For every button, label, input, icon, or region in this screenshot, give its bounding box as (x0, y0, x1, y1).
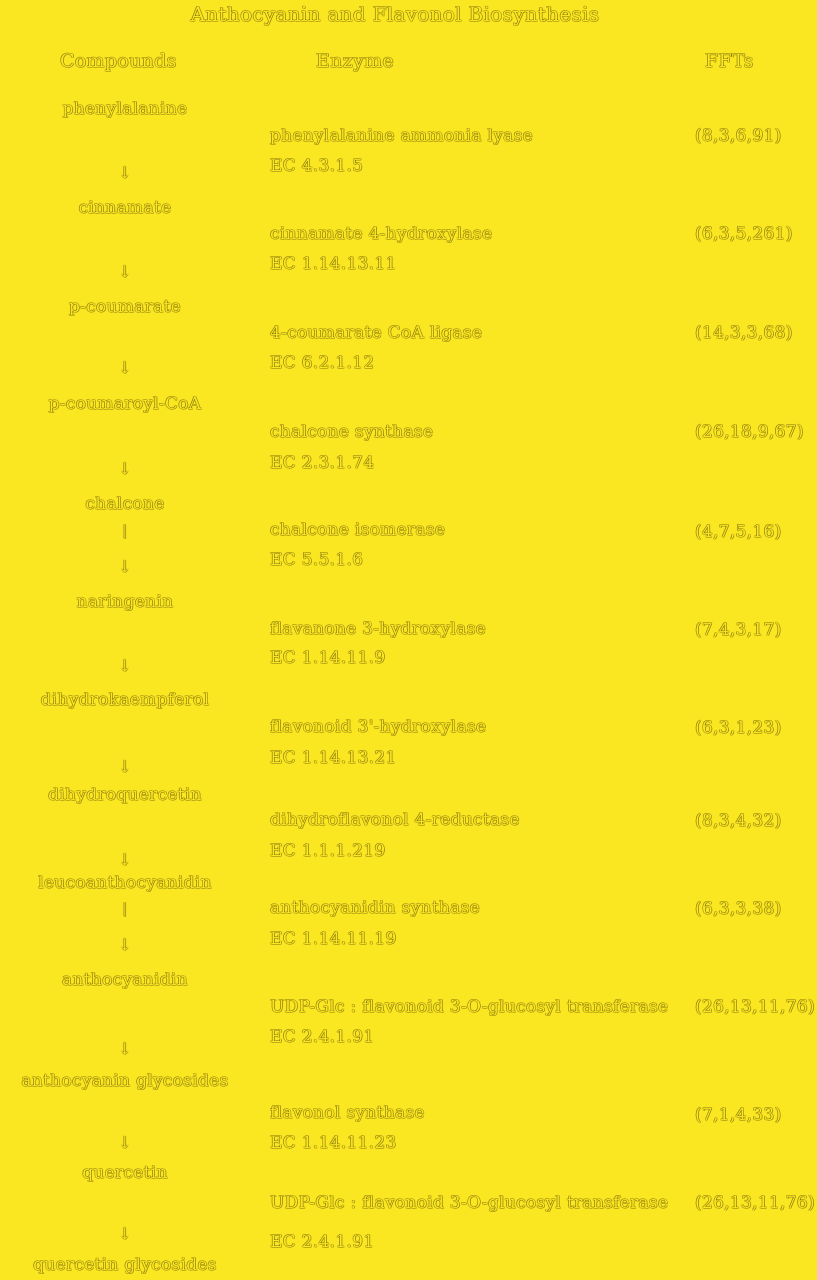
compound-quercetin-glycosides: quercetin glycosides (33, 1255, 217, 1275)
enzyme-refs: (8,3,6,91) (695, 126, 782, 146)
arrow-3: ↓ (118, 358, 132, 377)
enzyme-name: chalcone synthase (270, 422, 434, 442)
arrow-4: ↓ (118, 459, 132, 478)
compound-phenylalanine: phenylalanine (62, 99, 188, 119)
enzyme-name: cinnamate 4-hydroxylase (270, 224, 493, 244)
tick-5: | (122, 523, 128, 539)
enzyme-ec: EC 2.4.1.91 (270, 1027, 375, 1047)
compound-cinnamate: cinnamate (78, 198, 172, 218)
compound-leucoanthocyanidin: leucoanthocyanidin (38, 873, 212, 893)
arrow-9: ↓ (118, 935, 132, 954)
page-title: Anthocyanin and Flavonol Biosynthesis (190, 2, 600, 26)
enzyme-name: UDP-Glc : flavonoid 3-O-glucosyl transfe… (270, 1193, 669, 1213)
arrow-10: ↓ (118, 1039, 132, 1058)
enzyme-name: phenylalanine ammonia lyase (270, 126, 533, 146)
enzyme-ec: EC 1.14.11.19 (270, 929, 397, 949)
header-refs: FFTs (705, 50, 754, 72)
enzyme-refs: (26,18,9,67) (695, 422, 804, 442)
enzyme-ec: EC 1.14.11.9 (270, 648, 386, 668)
arrow-12: ↓ (118, 1224, 132, 1243)
enzyme-name: anthocyanidin synthase (270, 898, 480, 918)
enzyme-refs: (6,3,5,261) (695, 224, 793, 244)
enzyme-name: flavonol synthase (270, 1103, 425, 1123)
enzyme-refs: (4,7,5,16) (695, 522, 782, 542)
enzyme-name: flavonoid 3'-hydroxylase (270, 717, 487, 737)
enzyme-refs: (26,13,11,76) (695, 1193, 815, 1213)
enzyme-name: flavanone 3-hydroxylase (270, 619, 487, 639)
enzyme-refs: (7,4,3,17) (695, 620, 782, 640)
enzyme-ec: EC 5.5.1.6 (270, 550, 364, 570)
enzyme-ec: EC 4.3.1.5 (270, 156, 364, 176)
enzyme-refs: (6,3,3,38) (695, 899, 782, 919)
compound-anthocyanin-glycosides: anthocyanin glycosides (21, 1071, 229, 1091)
compound-p-coumarate: p-coumarate (68, 297, 182, 317)
enzyme-ec: EC 2.4.1.91 (270, 1232, 375, 1252)
compound-dihydroquercetin: dihydroquercetin (48, 785, 202, 805)
enzyme-ec: EC 2.3.1.74 (270, 453, 375, 473)
enzyme-ec: EC 1.14.13.11 (270, 254, 397, 274)
compound-anthocyanidin: anthocyanidin (62, 970, 188, 990)
compound-dihydrokaempferol: dihydrokaempferol (40, 690, 210, 710)
enzyme-refs: (6,3,1,23) (695, 718, 782, 738)
arrow-5: ↓ (118, 557, 132, 576)
enzyme-refs: (26,13,11,76) (695, 997, 815, 1017)
compound-chalcone: chalcone (85, 494, 165, 514)
arrow-11: ↓ (118, 1133, 132, 1152)
enzyme-ec: EC 1.14.13.21 (270, 748, 397, 768)
arrow-8: ↓ (118, 850, 132, 869)
header-compounds: Compounds (60, 50, 177, 72)
enzyme-name: dihydroflavonol 4-reductase (270, 810, 520, 830)
enzyme-refs: (7,1,4,33) (695, 1105, 782, 1125)
enzyme-refs: (14,3,3,68) (695, 323, 793, 343)
enzyme-name: UDP-Glc : flavonoid 3-O-glucosyl transfe… (270, 997, 669, 1017)
header-enzyme: Enzyme (316, 50, 394, 72)
tick-9: | (122, 901, 128, 917)
arrow-2: ↓ (118, 262, 132, 281)
compound-quercetin: quercetin (82, 1163, 168, 1183)
enzyme-refs: (8,3,4,32) (695, 811, 782, 831)
arrow-1: ↓ (118, 163, 132, 182)
arrow-7: ↓ (118, 757, 132, 776)
enzyme-name: chalcone isomerase (270, 520, 446, 540)
enzyme-name: 4-coumarate CoA ligase (270, 323, 483, 343)
enzyme-ec: EC 1.1.1.219 (270, 841, 386, 861)
arrow-6: ↓ (118, 656, 132, 675)
enzyme-ec: EC 6.2.1.12 (270, 353, 375, 373)
compound-p-coumaroyl-coa: p-coumaroyl-CoA (48, 394, 202, 414)
enzyme-ec: EC 1.14.11.23 (270, 1133, 397, 1153)
compound-naringenin: naringenin (76, 592, 174, 612)
